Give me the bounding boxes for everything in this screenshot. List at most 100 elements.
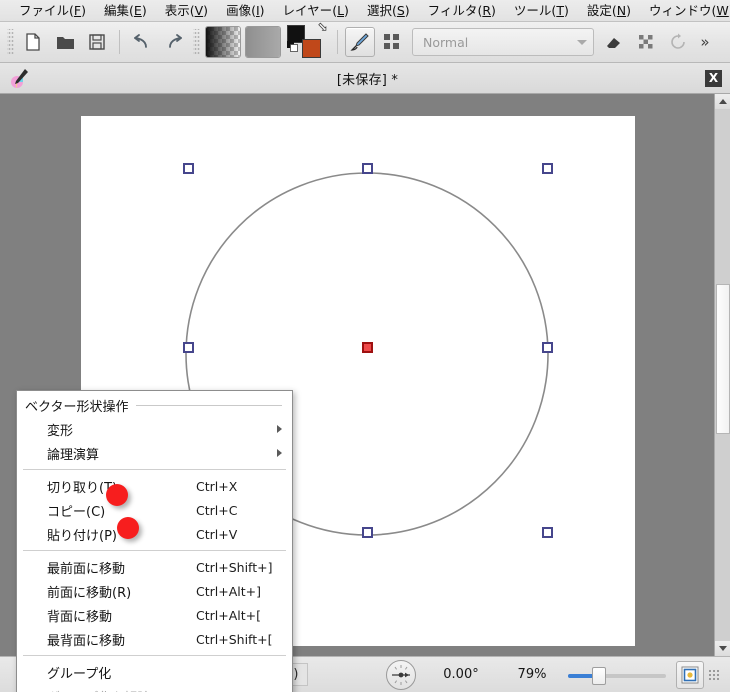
app-brush-logo-icon xyxy=(8,67,30,89)
gradient-swatch-icon xyxy=(206,27,240,57)
eraser-button[interactable] xyxy=(599,27,629,57)
zoom-level-value[interactable]: 79% xyxy=(506,667,558,682)
background-color-swatch[interactable] xyxy=(302,39,321,58)
scroll-up-arrow-icon[interactable] xyxy=(715,94,730,109)
eraser-icon xyxy=(607,38,620,48)
context-menu-item-label: グループ化 xyxy=(47,666,112,682)
close-document-button[interactable]: X xyxy=(705,69,722,87)
selection-handle-top-left[interactable] xyxy=(183,163,194,174)
context-menu-item[interactable]: 変形 xyxy=(17,417,292,441)
open-file-button[interactable] xyxy=(50,27,80,57)
menu-filter[interactable]: フィルタ(R) xyxy=(419,1,505,21)
selection-handle-middle-right[interactable] xyxy=(542,342,553,353)
save-button[interactable] xyxy=(82,27,112,57)
menu-select[interactable]: 選択(S) xyxy=(358,1,419,21)
menu-settings-label: 設定(N) xyxy=(586,2,631,18)
zoom-slider[interactable] xyxy=(568,663,666,687)
menu-view-label: 表示(V) xyxy=(164,2,209,18)
document-tab-bar: [未保存] * X xyxy=(0,63,730,94)
fit-image-icon xyxy=(681,666,699,683)
menu-image[interactable]: 画像(I) xyxy=(217,1,273,21)
menu-filter-label: フィルタ(R) xyxy=(427,2,496,18)
context-menu-header-rule xyxy=(136,405,282,406)
context-menu-item-shortcut: Ctrl+Shift+[ xyxy=(196,631,273,647)
context-menu-item-shortcut: Ctrl+V xyxy=(196,526,238,542)
vertical-scrollbar[interactable] xyxy=(714,94,730,656)
blend-mode-value: Normal xyxy=(423,34,469,50)
toolbar-overflow-button[interactable]: » xyxy=(696,33,714,51)
zoom-slider-knob[interactable] xyxy=(592,666,606,685)
undo-button[interactable] xyxy=(127,27,157,57)
tile-grid-button[interactable] xyxy=(377,27,407,57)
context-menu-item[interactable]: 貼り付け(P) Ctrl+V xyxy=(17,522,292,546)
selection-handle-middle-left[interactable] xyxy=(183,342,194,353)
reset-rotate-icon xyxy=(671,33,685,49)
selection-handle-center[interactable] xyxy=(362,342,373,353)
undo-arrow-icon xyxy=(134,34,147,48)
tile-grid-icon xyxy=(384,34,399,49)
menu-settings[interactable]: 設定(N) xyxy=(578,1,640,21)
context-menu-item[interactable]: 背面に移動 Ctrl+Alt+[ xyxy=(17,603,292,627)
toolbar-grip-2[interactable] xyxy=(193,29,200,55)
transparency-toggle-button[interactable] xyxy=(631,27,661,57)
context-menu-item-shortcut: Ctrl+C xyxy=(196,502,238,518)
context-menu-header: ベクター形状操作 xyxy=(17,394,292,417)
menu-view[interactable]: 表示(V) xyxy=(156,1,217,21)
context-menu-item-shortcut: Ctrl+Alt+] xyxy=(196,583,261,599)
paintbrush-tool-icon xyxy=(350,33,369,51)
vector-shape-context-menu[interactable]: ベクター形状操作 変形 論理演算切り取り(T) Ctrl+X コピー(C) Ctrl+C… xyxy=(16,390,293,692)
chevron-down-icon xyxy=(577,39,587,45)
context-menu-item-label: 最前面に移動 xyxy=(47,561,126,577)
scroll-down-arrow-icon[interactable] xyxy=(715,641,730,656)
open-folder-icon xyxy=(56,36,74,49)
context-menu-item[interactable]: 最前面に移動 Ctrl+Shift+] xyxy=(17,555,292,579)
blend-mode-select[interactable]: Normal xyxy=(412,28,594,56)
context-menu-item: グループ化を解除 xyxy=(17,684,292,692)
selection-handle-bottom-right[interactable] xyxy=(542,527,553,538)
pattern-swatch-button[interactable] xyxy=(245,26,281,58)
menu-image-label: 画像(I) xyxy=(226,2,265,18)
context-menu-item[interactable]: 切り取り(T) Ctrl+X xyxy=(17,474,292,498)
context-menu-item[interactable]: グループ化 xyxy=(17,660,292,684)
context-menu-item[interactable]: コピー(C) Ctrl+C xyxy=(17,498,292,522)
menu-layer[interactable]: レイヤー(L) xyxy=(274,1,358,21)
paintbrush-tool-button[interactable] xyxy=(345,27,375,57)
context-menu-separator xyxy=(23,655,286,656)
context-menu-item[interactable]: 前面に移動(R) Ctrl+Alt+] xyxy=(17,579,292,603)
new-document-button[interactable] xyxy=(18,27,48,57)
rotation-dial-icon[interactable] xyxy=(386,659,416,690)
reset-rotate-button[interactable] xyxy=(663,27,693,57)
pattern-swatch-icon xyxy=(246,27,280,57)
selection-handle-top-center[interactable] xyxy=(362,163,373,174)
context-menu-body: 変形 論理演算切り取り(T) Ctrl+X コピー(C) Ctrl+C 貼り付け(P) Ct… xyxy=(17,417,292,692)
gradient-swatch-button[interactable] xyxy=(205,26,241,58)
menu-edit-label: 編集(E) xyxy=(104,2,147,18)
menu-tools[interactable]: ツール(T) xyxy=(505,1,578,21)
menu-edit[interactable]: 編集(E) xyxy=(95,1,156,21)
paste-item-marker xyxy=(117,517,139,539)
color-swatch-area[interactable]: ⬂ xyxy=(287,21,328,59)
selection-handle-bottom-center[interactable] xyxy=(362,527,373,538)
menu-tools-label: ツール(T) xyxy=(513,2,569,18)
context-menu-separator xyxy=(23,550,286,551)
toolbar-separator-1 xyxy=(119,30,120,54)
window-resize-grip[interactable] xyxy=(708,668,720,681)
toolbar-grip[interactable] xyxy=(7,29,14,55)
new-document-icon xyxy=(26,33,40,51)
selection-handle-top-right[interactable] xyxy=(542,163,553,174)
redo-arrow-icon xyxy=(169,34,182,48)
toolbar-separator-2 xyxy=(337,30,338,54)
menu-file[interactable]: ファイル(F) xyxy=(10,1,95,21)
context-menu-item[interactable]: 最背面に移動 Ctrl+Shift+[ xyxy=(17,627,292,651)
context-menu-item-shortcut: Ctrl+X xyxy=(196,478,238,494)
fit-image-button[interactable] xyxy=(676,660,704,689)
swap-colors-icon[interactable]: ⬂ xyxy=(317,21,328,34)
reset-colors-icon[interactable] xyxy=(287,41,298,52)
context-menu-item[interactable]: 論理演算 xyxy=(17,441,292,465)
vertical-scrollbar-thumb[interactable] xyxy=(716,284,730,434)
rotation-angle-value[interactable]: 0.00° xyxy=(430,667,492,682)
menu-bar: ファイル(F) 編集(E) 表示(V) 画像(I) レイヤー(L) 選択(S) … xyxy=(0,0,730,22)
menu-window[interactable]: ウィンドウ(W) xyxy=(640,1,730,21)
redo-button[interactable] xyxy=(159,27,189,57)
menu-file-label: ファイル(F) xyxy=(19,2,86,18)
